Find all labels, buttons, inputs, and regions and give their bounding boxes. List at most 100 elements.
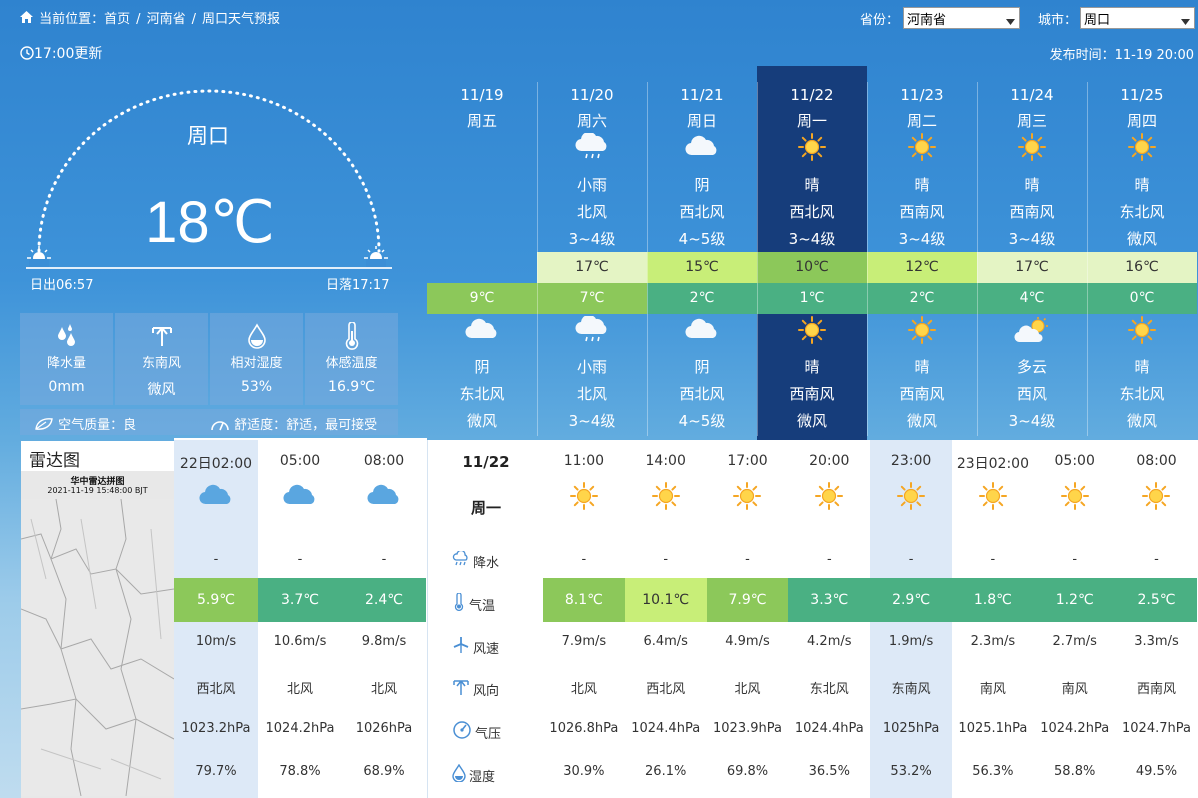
city-select-value: 周口 xyxy=(1084,13,1111,28)
sunny-icon xyxy=(757,316,867,348)
stat-humidity: 相对湿度 53% xyxy=(210,313,303,405)
forecast-night-desc: 阴 xyxy=(694,358,710,376)
hourly-wind-direction: 南风 xyxy=(979,682,1006,697)
radar-title: 雷达图 xyxy=(29,451,80,471)
row-label-text: 风速 xyxy=(473,641,500,657)
hourly-wind-speed: 2.7m/s xyxy=(1052,634,1097,649)
publish-time: 发布时间：11-19 20:00 xyxy=(1049,48,1194,63)
hourly-column: 05:00 - 1.2℃ 2.7m/s 南风 1024.2hPa 58.8% xyxy=(1033,440,1116,798)
forecast-date: 11/22 xyxy=(790,86,834,104)
forecast-high-temp: 17℃ xyxy=(977,252,1087,283)
sunny-icon xyxy=(870,482,952,512)
forecast-day-11-25[interactable]: 11/25 周四晴东北风 微风 16℃ 0℃ 晴东北风 微风 xyxy=(1087,70,1197,440)
comfort[interactable]: 舒适度：舒适，最可接受 xyxy=(210,414,377,433)
forecast-day-desc: 小雨 xyxy=(576,176,607,194)
row-label-text: 气温 xyxy=(469,598,496,614)
home-icon xyxy=(20,11,37,27)
city-name: 周口 xyxy=(187,124,229,148)
breadcrumb-province[interactable]: 河南省 xyxy=(147,12,186,27)
hourly-weekday: 周一 xyxy=(470,499,501,517)
hourly-wind-speed: 4.9m/s xyxy=(725,634,770,649)
row-label-text: 湿度 xyxy=(469,769,496,785)
top-bar: 当前位置：首页 / 河南省 / 周口天气预报 省份： 河南省 城市： 周口 xyxy=(0,0,1198,36)
forecast-day-11-22[interactable]: 11/22 周一晴西北风 3~4级 10℃ 1℃ 晴西南风 微风 xyxy=(757,66,867,440)
forecast-weekday: 周六 xyxy=(576,112,607,130)
city-select[interactable]: 周口 xyxy=(1080,7,1195,29)
forecast-night-level: 4~5级 xyxy=(678,412,726,430)
hourly-wind-direction: 东北风 xyxy=(809,682,849,697)
radar-panel[interactable]: 雷达图 华中雷达拼图 2021-11-19 15:48:00 BJT xyxy=(21,441,174,798)
humidity-drop-icon xyxy=(210,321,303,351)
sunny-icon xyxy=(788,482,870,512)
forecast-day-11-23[interactable]: 11/23 周二晴西南风 3~4级 12℃ 2℃ 晴西南风 微风 xyxy=(867,70,977,440)
forecast-divider xyxy=(537,82,538,436)
forecast-night-wind: 东北风 xyxy=(1119,385,1165,403)
hourly-pressure: 1023.2hPa xyxy=(181,721,251,736)
hourly-humidity: 69.8% xyxy=(726,764,769,779)
forecast-day-11-21[interactable]: 11/21 周日阴西北风 4~5级 15℃ 2℃ 阴西北风 4~5级 xyxy=(647,70,757,440)
forecast-divider xyxy=(1087,82,1088,436)
stat-value: 16.9℃ xyxy=(328,379,375,395)
forecast-day-wind: 东北风 xyxy=(1119,203,1165,221)
city-label: 城市： xyxy=(1038,13,1078,28)
hourly-temp: 2.4℃ xyxy=(342,578,426,622)
forecast-night-level: 微风 xyxy=(906,412,937,430)
hourly-rain: - xyxy=(581,552,587,567)
forecast-weekday: 周五 xyxy=(466,112,497,130)
forecast-night-desc: 晴 xyxy=(914,358,930,376)
forecast-night-desc: 阴 xyxy=(474,358,490,376)
hourly-temp: 3.3℃ xyxy=(788,578,871,622)
stat-value: 微风 xyxy=(147,382,176,398)
thermometer-icon xyxy=(305,321,398,351)
gauge-icon xyxy=(452,721,472,743)
forecast-day-desc: 晴 xyxy=(914,176,930,194)
forecast-day-11-20[interactable]: 11/20 周六 小雨 北风 3~4级 17℃ 7℃ 小雨 北风 3~4级 xyxy=(537,70,647,440)
province-select[interactable]: 河南省 xyxy=(903,7,1020,29)
row-label-press: 气压 xyxy=(452,721,501,743)
forecast-date: 11/21 xyxy=(680,86,724,104)
hourly-wind-direction: 西南风 xyxy=(1136,682,1176,697)
radar-map-image[interactable]: 华中雷达拼图 2021-11-19 15:48:00 BJT xyxy=(21,471,174,798)
hourly-wind-speed: 1.9m/s xyxy=(888,634,934,649)
forecast-date: 11/24 xyxy=(1010,86,1054,104)
stat-wind: 东南风 微风 xyxy=(115,313,208,405)
hourly-rain: - xyxy=(990,552,996,567)
forecast-night-level: 微风 xyxy=(1126,412,1157,430)
air-quality[interactable]: 空气质量：良 xyxy=(34,414,136,433)
forecast-low-temp: 7℃ xyxy=(537,283,647,314)
row-label-rain: 降水 xyxy=(452,549,499,571)
row-label-speed: 风速 xyxy=(452,636,499,658)
forecast-day-desc: 晴 xyxy=(1024,176,1040,194)
sunny-icon xyxy=(1034,482,1116,512)
row-label-dir: 风向 xyxy=(452,678,499,700)
hourly-wind-direction: 北风 xyxy=(734,682,761,697)
province-select-value: 河南省 xyxy=(907,13,947,28)
stat-label: 相对湿度 xyxy=(230,356,283,371)
forecast-weekday: 周一 xyxy=(796,112,827,130)
hourly-wind-direction: 东南风 xyxy=(891,682,931,697)
forecast-night-wind: 西风 xyxy=(1016,385,1047,403)
forecast-high-temp: 15℃ xyxy=(647,252,757,283)
breadcrumb-home[interactable]: 首页 xyxy=(104,12,130,27)
forecast-night-wind: 东北风 xyxy=(459,385,505,403)
stat-value: 0mm xyxy=(48,379,85,395)
hourly-wind-speed: 10.6m/s xyxy=(273,634,327,649)
light-rain-icon xyxy=(537,133,647,163)
hourly-wind-speed: 10m/s xyxy=(195,634,237,649)
hourly-humidity: 30.9% xyxy=(563,764,605,779)
hourly-humidity: 79.7% xyxy=(195,764,237,779)
forecast-day-11-19[interactable]: 11/19 周五 9℃ 阴东北风 微风 xyxy=(427,70,537,440)
province-label: 省份： xyxy=(860,13,900,28)
sunny-icon xyxy=(1087,133,1197,163)
row-label-hum: 湿度 xyxy=(452,763,496,786)
forecast-night-wind: 西南风 xyxy=(899,385,945,403)
hourly-column: 08:00 - 2.5℃ 3.3m/s 西南风 1024.7hPa 49.5% xyxy=(1115,440,1198,798)
hourly-humidity: 49.5% xyxy=(1135,764,1178,779)
hourly-wind-speed: 3.3m/s xyxy=(1134,634,1179,649)
forecast-weekday: 周三 xyxy=(1016,112,1047,130)
forecast-low-temp: 0℃ xyxy=(1087,283,1197,314)
forecast-divider xyxy=(977,82,978,436)
forecast-divider xyxy=(647,82,648,436)
hourly-temp: 1.8℃ xyxy=(952,578,1034,622)
forecast-day-11-24[interactable]: 11/24 周三晴西南风 3~4级 17℃ 4℃ 多云 西风 3~4级 xyxy=(977,70,1087,440)
